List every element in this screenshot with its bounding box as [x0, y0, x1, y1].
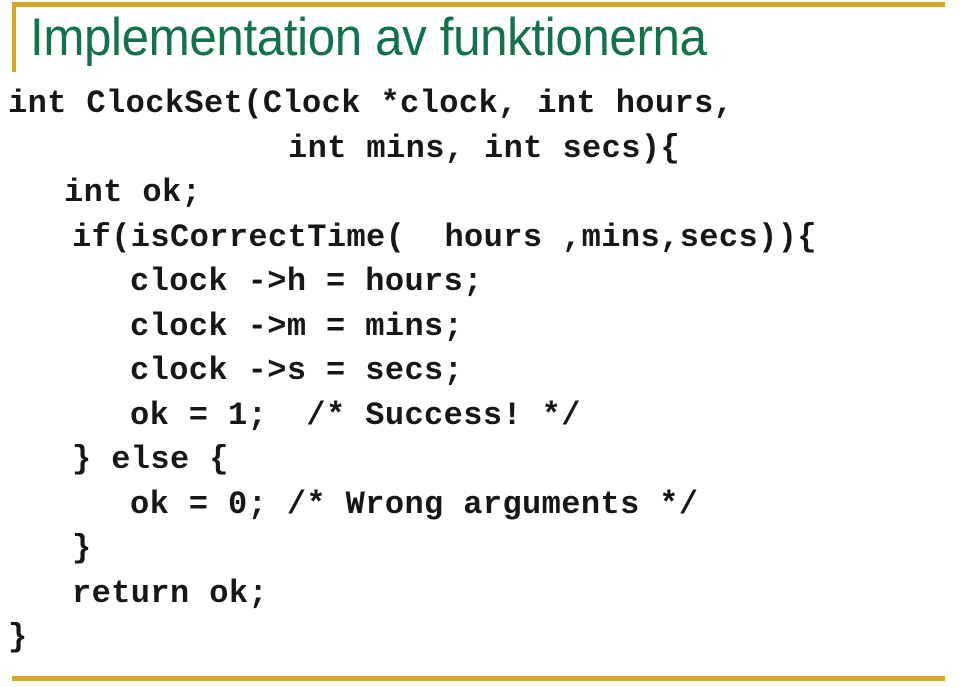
code-line: clock ->h = hours;	[0, 260, 960, 305]
code-line: if(isCorrectTime( hours ,mins,secs)){	[0, 216, 960, 261]
code-line: } else {	[0, 438, 960, 483]
code-text: }	[72, 530, 92, 567]
code-line: int ClockSet(Clock *clock, int hours,	[0, 82, 960, 127]
code-line: }	[0, 616, 960, 661]
code-line: return ok;	[0, 572, 960, 617]
code-text: clock ->s = secs;	[130, 352, 464, 389]
code-line: int mins, int secs){	[0, 127, 960, 172]
code-text: return ok;	[72, 574, 269, 612]
code-text: int mins, int secs){	[288, 129, 681, 167]
code-line: int ok;	[0, 171, 960, 216]
accent-rule-bottom	[12, 676, 945, 681]
code-text: if(isCorrectTime( hours ,mins,secs)){	[72, 218, 817, 256]
slide-title: Implementation av funktionerna	[30, 8, 707, 67]
code-text: clock ->h = hours;	[130, 263, 483, 300]
accent-rule-left	[12, 2, 16, 72]
code-line: ok = 0; /* Wrong arguments */	[0, 483, 960, 528]
code-text: int ClockSet(Clock *clock, int hours,	[8, 85, 734, 122]
code-line: clock ->m = mins;	[0, 305, 960, 350]
code-text: }	[8, 619, 28, 656]
code-line: clock ->s = secs;	[0, 349, 960, 394]
code-text: ok = 0; /* Wrong arguments */	[130, 485, 699, 523]
code-text: } else {	[72, 441, 229, 478]
code-text: ok = 1; /* Success! */	[130, 396, 581, 434]
code-line: }	[0, 527, 960, 572]
code-block: int ClockSet(Clock *clock, int hours, int…	[0, 82, 960, 661]
slide: Implementation av funktionerna int Clock…	[0, 0, 960, 687]
code-text: int ok;	[64, 174, 202, 211]
code-text: clock ->m = mins;	[130, 307, 464, 345]
code-line: ok = 1; /* Success! */	[0, 394, 960, 439]
